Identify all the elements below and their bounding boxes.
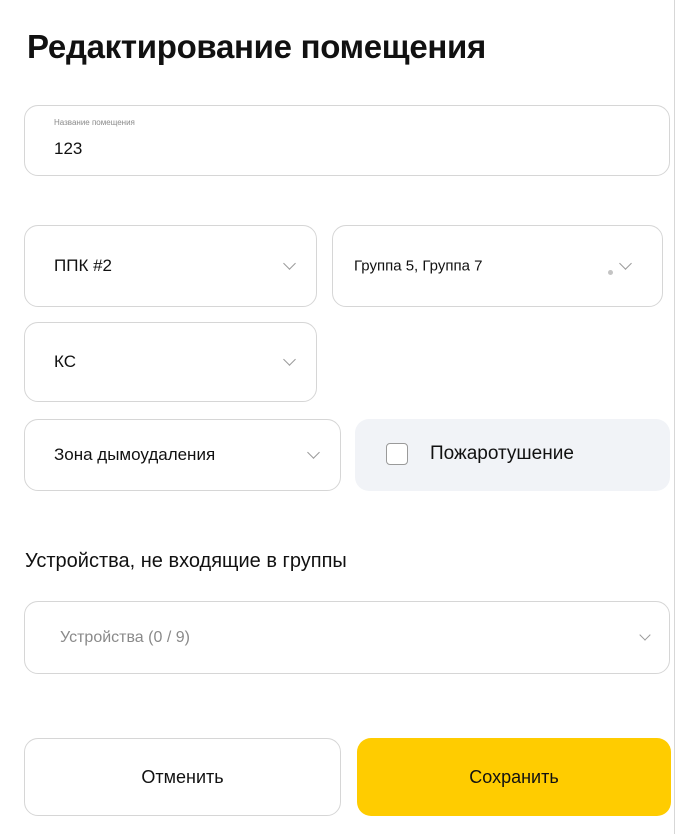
chevron-down-icon — [619, 257, 632, 270]
devices-select[interactable]: Устройства (0 / 9) — [24, 601, 670, 674]
smoke-zone-select[interactable]: Зона дымоудаления — [24, 419, 341, 491]
chevron-down-icon — [307, 446, 320, 459]
save-button[interactable]: Сохранить — [357, 738, 671, 816]
fire-extinguishing-toggle[interactable]: Пожаротушение — [355, 419, 670, 491]
dot-icon — [608, 270, 613, 275]
ppk-select-value: ППК #2 — [54, 256, 112, 275]
room-name-value[interactable]: 123 — [54, 139, 82, 159]
groups-select-value: Группа 5, Группа 7 — [354, 257, 483, 275]
room-name-label: Название помещения — [54, 118, 135, 127]
room-name-field[interactable]: Название помещения 123 — [24, 105, 670, 176]
smoke-zone-select-value: Зона дымоудаления — [54, 445, 216, 464]
groups-select[interactable]: Группа 5, Группа 7 — [332, 225, 663, 307]
checkbox-icon[interactable] — [386, 443, 408, 465]
chevron-down-icon — [283, 353, 296, 366]
ppk-select[interactable]: ППК #2 — [24, 225, 317, 307]
chevron-down-icon — [283, 257, 296, 270]
fire-extinguishing-label: Пожаротушение — [430, 443, 574, 464]
ks-select-value: КС — [54, 352, 76, 371]
page-title: Редактирование помещения — [27, 28, 486, 65]
chevron-down-icon — [639, 628, 651, 641]
devices-select-placeholder: Устройства (0 / 9) — [60, 628, 190, 646]
ks-select[interactable]: КС — [24, 322, 317, 402]
devices-section-label: Устройства, не входящие в группы — [25, 550, 347, 572]
cancel-button[interactable]: Отменить — [24, 738, 341, 816]
